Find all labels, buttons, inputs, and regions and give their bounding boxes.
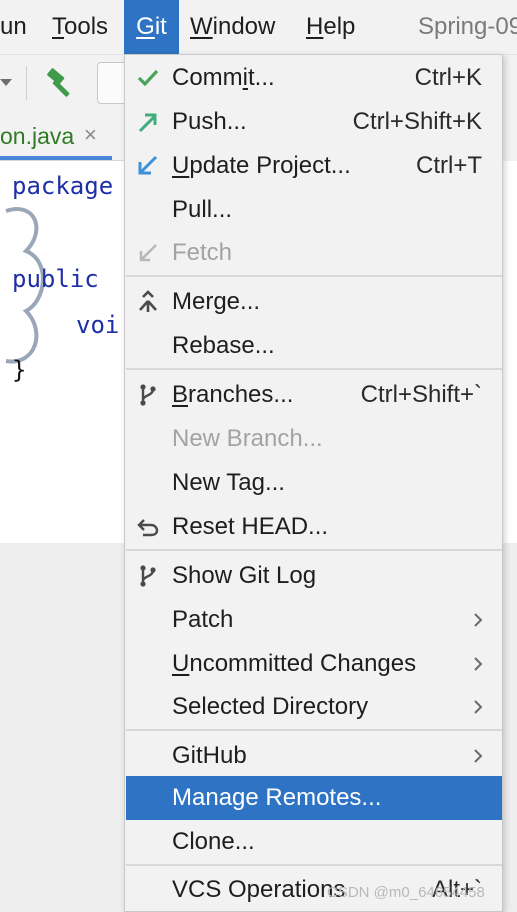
close-icon[interactable]: × bbox=[84, 122, 97, 148]
menu-item-pull[interactable]: Pull... bbox=[126, 188, 502, 232]
branch-icon bbox=[140, 384, 156, 406]
push-arrow-icon bbox=[138, 113, 157, 133]
editor-tab[interactable]: on.java × bbox=[0, 112, 112, 160]
code-line-void: voi bbox=[76, 311, 120, 339]
menu-item-clone[interactable]: Clone... bbox=[126, 820, 502, 864]
menu-item-manage-remotes[interactable]: Manage Remotes... bbox=[126, 776, 502, 820]
menu-window[interactable]: Window bbox=[190, 0, 275, 54]
code-line-public: public bbox=[12, 265, 99, 293]
menu-help[interactable]: Help bbox=[306, 0, 355, 54]
editor-tab-label: on.java bbox=[0, 123, 75, 149]
window-title: Spring-09 bbox=[418, 13, 517, 40]
menu-item-update-project[interactable]: Update Project... Ctrl+T bbox=[126, 144, 502, 188]
shortcut-label: Ctrl+Shift+` bbox=[360, 381, 482, 408]
fetch-icon bbox=[139, 244, 157, 262]
menu-tools[interactable]: Tools bbox=[52, 0, 108, 54]
git-log-icon bbox=[140, 565, 156, 587]
shortcut-label: Ctrl+K bbox=[414, 64, 482, 91]
update-arrow-icon bbox=[138, 155, 158, 175]
hammer-icon[interactable] bbox=[44, 66, 78, 100]
menu-separator bbox=[126, 275, 502, 277]
menu-item-uncommitted-changes[interactable]: Uncommitted Changes bbox=[126, 642, 502, 686]
menu-item-reset-head[interactable]: Reset HEAD... bbox=[126, 505, 502, 549]
menu-item-show-git-log[interactable]: Show Git Log bbox=[126, 554, 502, 598]
checkmark-icon bbox=[137, 69, 159, 87]
menu-separator bbox=[126, 368, 502, 370]
menu-item-new-branch: New Branch... bbox=[172, 425, 323, 452]
menu-item-branches[interactable]: Branches... Ctrl+Shift+` bbox=[126, 373, 502, 417]
shortcut-label: Ctrl+Shift+K bbox=[352, 108, 482, 135]
menu-separator bbox=[126, 549, 502, 551]
chevron-right-icon bbox=[474, 657, 483, 671]
menu-separator bbox=[126, 864, 502, 866]
menu-item-push[interactable]: Push... Ctrl+Shift+K bbox=[126, 100, 502, 144]
menu-item-rebase[interactable]: Rebase... bbox=[126, 324, 502, 368]
shortcut-label: Ctrl+T bbox=[416, 152, 482, 179]
git-menu-popup: Commit... Ctrl+K Push... Ctrl+Shift+K Up… bbox=[124, 54, 503, 912]
chevron-right-icon bbox=[474, 613, 483, 627]
chevron-right-icon bbox=[474, 749, 483, 763]
chevron-down-icon[interactable] bbox=[0, 79, 12, 86]
toolbar-divider bbox=[26, 66, 27, 100]
code-line-package: package bbox=[12, 172, 114, 200]
menu-item-commit[interactable]: Commit... Ctrl+K bbox=[126, 56, 502, 100]
menu-run[interactable]: un bbox=[0, 0, 27, 54]
menu-item-new-tag[interactable]: New Tag... bbox=[126, 461, 502, 505]
main-menu-bar: un Tools Git Window Help Spring-09 bbox=[0, 0, 517, 55]
menu-item-fetch: Fetch bbox=[126, 231, 502, 275]
merge-icon bbox=[139, 290, 157, 312]
code-line-brace: } bbox=[12, 356, 27, 384]
menu-git[interactable]: Git bbox=[124, 0, 179, 54]
active-tab-indicator bbox=[0, 156, 112, 160]
menu-item-github[interactable]: GitHub bbox=[126, 734, 502, 778]
watermark-text: CSDN @m0_64654458 bbox=[327, 884, 485, 901]
chevron-right-icon bbox=[474, 700, 483, 714]
menu-item-patch[interactable]: Patch bbox=[126, 598, 502, 642]
menu-item-selected-directory[interactable]: Selected Directory bbox=[126, 685, 502, 729]
reset-icon bbox=[137, 519, 159, 537]
menu-separator bbox=[126, 729, 502, 731]
menu-item-merge[interactable]: Merge... bbox=[126, 280, 502, 324]
